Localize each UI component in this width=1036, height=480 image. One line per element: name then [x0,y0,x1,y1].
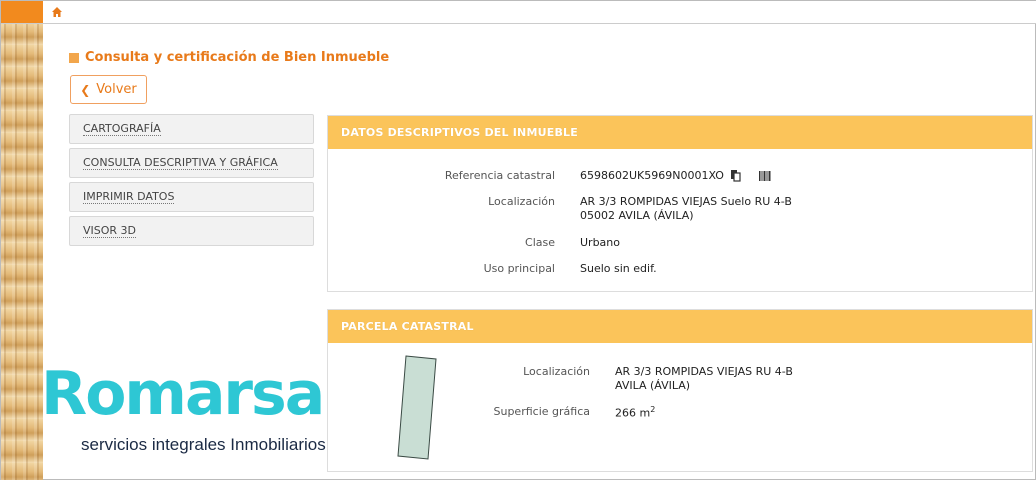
menu-item-imprimir[interactable]: IMPRIMIR DATOS [69,182,314,212]
localizacion-line1: AR 3/3 ROMPIDAS VIEJAS Suelo RU 4-B [580,195,792,208]
panel-header: DATOS DESCRIPTIVOS DEL INMUEBLE [328,116,1032,149]
page-title: Consulta y certificación de Bien Inmuebl… [69,50,389,65]
localizacion-label: Localización [488,195,555,208]
menu-item-label: CONSULTA DESCRIPTIVA Y GRÁFICA [83,156,278,170]
menu-item-visor-3d[interactable]: VISOR 3D [69,216,314,246]
page-frame: Consulta y certificación de Bien Inmuebl… [0,0,1036,480]
romarsa-watermark-logo: Romarsa servicios integrales Inmobiliari… [41,359,341,459]
localizacion-line2: 05002 AVILA (ÁVILA) [580,209,694,222]
copy-icon[interactable] [730,169,742,182]
barcode-icon[interactable] [758,170,772,182]
superficie-label: Superficie gráfica [493,405,591,418]
referencia-row: 6598602UK5969N0001XO [580,169,772,182]
referencia-value: 6598602UK5969N0001XO [580,169,724,182]
menu-item-label: VISOR 3D [83,224,137,238]
side-menu: CARTOGRAFÍA CONSULTA DESCRIPTIVA Y GRÁFI… [69,114,314,250]
logo-wordmark: Romarsa [41,359,325,429]
menu-item-consulta[interactable]: CONSULTA DESCRIPTIVA Y GRÁFICA [69,148,314,178]
parcela-localizacion-label: Localización [523,365,590,378]
parcela-localizacion-line1: AR 3/3 ROMPIDAS VIEJAS RU 4-B [615,365,793,378]
back-button-label: Volver [96,82,137,97]
panel-header: PARCELA CATASTRAL [328,310,1032,343]
superficie-value: 266 m [615,406,651,420]
page-title-text: Consulta y certificación de Bien Inmuebl… [85,50,390,65]
menu-item-label: IMPRIMIR DATOS [83,190,175,204]
top-bar [1,1,1036,24]
city-background-strip [1,1,43,480]
uso-label: Uso principal [483,262,555,275]
parcela-catastral-panel: PARCELA CATASTRAL Localización AR 3/3 RO… [327,309,1033,472]
superficie-value-row: 266 m2 [615,405,655,420]
referencia-label: Referencia catastral [444,169,555,182]
parcela-localizacion-line2: AVILA (ÁVILA) [615,379,691,392]
logo-tagline: servicios integrales Inmobiliarios [81,435,326,454]
datos-descriptivos-panel: DATOS DESCRIPTIVOS DEL INMUEBLE Referenc… [327,115,1033,292]
title-square-icon [69,52,79,63]
clase-label: Clase [525,236,555,249]
menu-item-label: CARTOGRAFÍA [83,122,161,136]
home-icon[interactable] [51,6,63,18]
clase-value: Urbano [580,236,620,249]
brand-strip [1,1,43,23]
chevron-left-icon: ❮ [80,82,91,97]
back-button[interactable]: ❮ Volver [70,75,147,104]
superficie-unit-sup: 2 [650,405,656,414]
uso-value: Suelo sin edif. [580,262,657,275]
menu-item-cartografia[interactable]: CARTOGRAFÍA [69,114,314,144]
